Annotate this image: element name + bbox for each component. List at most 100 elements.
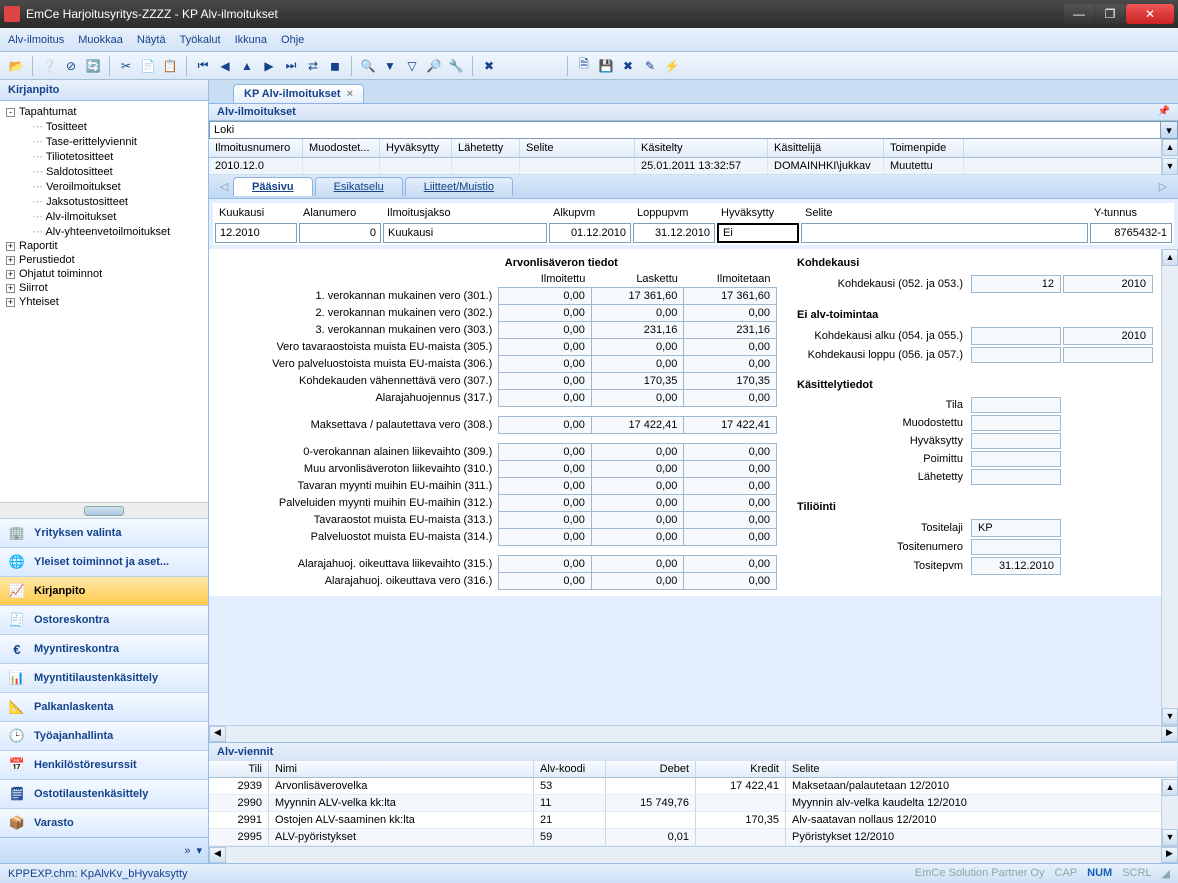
vat-cell[interactable]: 0,00: [499, 288, 592, 305]
entry-row[interactable]: 2991Ostojen ALV-saaminen kk:lta21170,35A…: [209, 812, 1178, 829]
entry-row[interactable]: 2939Arvonlisäverovelka5317 422,41Makseta…: [209, 778, 1178, 795]
vat-cell[interactable]: 17 361,60: [684, 288, 777, 305]
alku-year[interactable]: 2010: [1063, 327, 1153, 345]
vat-cell[interactable]: 0,00: [684, 512, 777, 529]
muod-field[interactable]: [971, 415, 1061, 431]
tree-item[interactable]: +Siirrot: [4, 281, 204, 295]
new-icon[interactable]: 🗎: [574, 56, 594, 76]
vat-cell[interactable]: 0,00: [591, 444, 684, 461]
cancel-icon[interactable]: ⊘: [61, 56, 81, 76]
lah-field[interactable]: [971, 469, 1061, 485]
more-icon[interactable]: ▾: [196, 844, 202, 857]
poim-field[interactable]: [971, 451, 1061, 467]
vat-cell[interactable]: 0,00: [499, 339, 592, 356]
pin-icon[interactable]: 📌: [1158, 106, 1170, 118]
tree-item[interactable]: ⋯ Alv-ilmoitukset: [4, 209, 204, 224]
vat-cell[interactable]: 0,00: [499, 495, 592, 512]
delete-icon[interactable]: ✖: [479, 56, 499, 76]
hyv-field[interactable]: [971, 433, 1061, 449]
form-scroll-down-icon[interactable]: ▼: [1162, 708, 1178, 725]
vat-cell[interactable]: 0,00: [499, 356, 592, 373]
nav-up-icon[interactable]: ▲: [237, 56, 257, 76]
nav-next-icon[interactable]: ▶: [259, 56, 279, 76]
dropdown-arrow-icon[interactable]: ▾: [1160, 122, 1177, 138]
kohdekausi-month[interactable]: 12: [971, 275, 1061, 293]
refresh-icon[interactable]: 🔄: [83, 56, 103, 76]
vat-cell[interactable]: 0,00: [499, 556, 592, 573]
edit-icon[interactable]: ✎: [640, 56, 660, 76]
entries-scroll-up-icon[interactable]: ▲: [1162, 779, 1178, 796]
nav-item[interactable]: 🏢Yrityksen valinta: [0, 518, 208, 547]
vat-cell[interactable]: 0,00: [684, 339, 777, 356]
vat-cell[interactable]: 0,00: [499, 444, 592, 461]
tila-field[interactable]: [971, 397, 1061, 413]
menu-nayta[interactable]: Näytä: [137, 34, 166, 46]
field-hyvaksytty[interactable]: Ei: [717, 223, 799, 243]
subtab-next-icon[interactable]: ▷: [1156, 180, 1170, 193]
vat-cell[interactable]: 0,00: [499, 512, 592, 529]
vat-cell[interactable]: 0,00: [684, 305, 777, 322]
tree-item[interactable]: ⋯ Tiliotetositteet: [4, 149, 204, 164]
vat-cell[interactable]: 0,00: [591, 305, 684, 322]
menu-tyokalut[interactable]: Työkalut: [180, 34, 221, 46]
form-scroll-up-icon[interactable]: ▲: [1162, 249, 1178, 266]
field-loppupvm[interactable]: 31.12.2010: [633, 223, 715, 243]
vat-cell[interactable]: 0,00: [591, 573, 684, 590]
form-hscroll[interactable]: ◀▶: [209, 725, 1178, 742]
vat-cell[interactable]: 231,16: [684, 322, 777, 339]
entry-row[interactable]: 2990Myynnin ALV-velka kk:lta1115 749,76M…: [209, 795, 1178, 812]
minimize-button[interactable]: —: [1064, 4, 1094, 24]
vat-cell[interactable]: 0,00: [591, 556, 684, 573]
close-button[interactable]: ✕: [1126, 4, 1174, 24]
scroll-down-icon[interactable]: ▼: [1162, 158, 1178, 175]
vat-cell[interactable]: 0,00: [684, 356, 777, 373]
nav-item[interactable]: 📊Myyntitilaustenkäsittely: [0, 663, 208, 692]
vat-cell[interactable]: 170,35: [684, 373, 777, 390]
nav-item[interactable]: 🌐Yleiset toiminnot ja aset...: [0, 547, 208, 576]
delete2-icon[interactable]: ✖: [618, 56, 638, 76]
nav-last-icon[interactable]: ⏭: [281, 56, 301, 76]
action-icon[interactable]: ⚡: [662, 56, 682, 76]
loki-dropdown[interactable]: Loki ▾: [209, 121, 1178, 139]
tree-item[interactable]: +Yhteiset: [4, 295, 204, 309]
tree-item[interactable]: ⋯ Jaksotustositteet: [4, 194, 204, 209]
sidebar-tree[interactable]: -Tapahtumat⋯ Tositteet⋯ Tase-erittelyvie…: [0, 101, 208, 502]
log-grid-row[interactable]: 2010.12.0 25.01.2011 13:32:57 DOMAINHKI\…: [209, 158, 1178, 175]
tree-item[interactable]: ⋯ Tase-erittelyviennit: [4, 134, 204, 149]
field-alkupvm[interactable]: 01.12.2010: [549, 223, 631, 243]
vat-cell[interactable]: 0,00: [499, 322, 592, 339]
tree-item[interactable]: +Perustiedot: [4, 253, 204, 267]
resize-grip-icon[interactable]: ◢: [1162, 867, 1170, 880]
kohdekausi-year[interactable]: 2010: [1063, 275, 1153, 293]
menu-ohje[interactable]: Ohje: [281, 34, 304, 46]
nav-item[interactable]: 🧾Ostoreskontra: [0, 605, 208, 634]
nav-item[interactable]: 📦Varasto: [0, 808, 208, 837]
nav-first-icon[interactable]: ⏮: [193, 56, 213, 76]
cut-icon[interactable]: ✂: [116, 56, 136, 76]
vat-cell[interactable]: 0,00: [499, 529, 592, 546]
vat-cell[interactable]: 231,16: [591, 322, 684, 339]
subtab-paasivu[interactable]: Pääsivu: [233, 177, 313, 196]
nav-item[interactable]: €Myyntireskontra: [0, 634, 208, 663]
entries-hscroll[interactable]: ◀▶: [209, 846, 1178, 863]
tab-kp-alv[interactable]: KP Alv-ilmoitukset ×: [233, 84, 364, 103]
tree-item[interactable]: ⋯ Alv-yhteenvetoilmoitukset: [4, 224, 204, 239]
filter-off-icon[interactable]: ▽: [402, 56, 422, 76]
vat-cell[interactable]: 0,00: [499, 373, 592, 390]
vat-cell[interactable]: 0,00: [591, 390, 684, 407]
loppu-year[interactable]: [1063, 347, 1153, 363]
subtab-esikatselu[interactable]: Esikatselu: [315, 177, 403, 196]
help-icon[interactable]: ❔: [39, 56, 59, 76]
sidebar-hscroll[interactable]: [0, 502, 208, 518]
tositepvm-field[interactable]: 31.12.2010: [971, 557, 1061, 575]
tab-close-icon[interactable]: ×: [347, 88, 353, 100]
field-ytunnus[interactable]: 8765432-1: [1090, 223, 1172, 243]
tree-item[interactable]: +Raportit: [4, 239, 204, 253]
vat-cell[interactable]: 0,00: [591, 495, 684, 512]
loppu-month[interactable]: [971, 347, 1061, 363]
tositenumero-field[interactable]: [971, 539, 1061, 555]
vat-cell[interactable]: 170,35: [591, 373, 684, 390]
nav-item[interactable]: 🗒Ostotilaustenkäsittely: [0, 779, 208, 808]
vat-cell[interactable]: 0,00: [499, 478, 592, 495]
scroll-up-icon[interactable]: ▲: [1162, 139, 1178, 156]
